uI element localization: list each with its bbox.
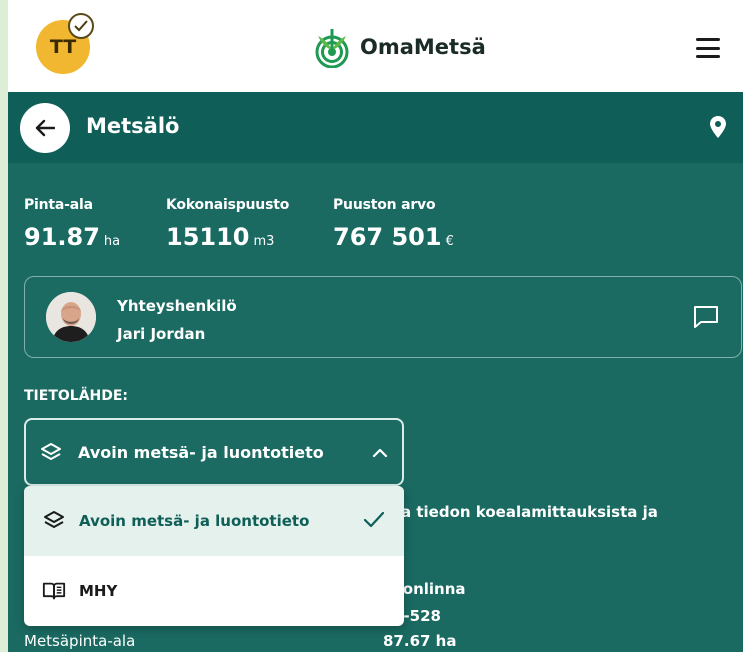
- layers-icon: [44, 511, 64, 528]
- chevron-up-icon: [372, 448, 388, 458]
- layers-icon: [41, 443, 61, 460]
- option-label: MHY: [79, 582, 118, 600]
- dropdown-option-open-data[interactable]: Avoin metsä- ja luontotieto: [24, 486, 404, 556]
- book-icon: [42, 582, 66, 600]
- app-frame: TT OmaMetsä Metsälö Pinta-ala 91.87 ha K…: [8, 0, 743, 652]
- page-title: Metsälö: [86, 114, 180, 138]
- forest-area-label: Metsäpinta-ala: [24, 632, 136, 650]
- verified-check-icon: [68, 13, 94, 39]
- info-text-fragment: a tiedon koealamittauksista ja: [401, 503, 658, 521]
- forest-area-value: 87.67 ha: [383, 632, 457, 650]
- app-logo[interactable]: OmaMetsä: [312, 26, 486, 68]
- stat-unit: €: [445, 234, 454, 249]
- option-label: Avoin metsä- ja luontotieto: [79, 512, 310, 530]
- user-initials: TT: [49, 36, 77, 58]
- hamburger-menu-icon[interactable]: [696, 38, 720, 58]
- contact-card[interactable]: Yhteyshenkilö Jari Jordan: [24, 276, 742, 358]
- stat-total-timber: Kokonaispuusto 15110 m3: [166, 197, 289, 251]
- app-name: OmaMetsä: [360, 35, 486, 59]
- source-label: TIETOLÄHDE:: [24, 388, 129, 404]
- stat-value: 15110: [166, 223, 250, 251]
- message-icon[interactable]: [693, 305, 719, 329]
- stat-label: Puuston arvo: [333, 197, 436, 213]
- logo-icon: [315, 29, 349, 68]
- top-header: TT OmaMetsä: [8, 0, 743, 92]
- stat-label: Pinta-ala: [24, 197, 93, 213]
- select-value: Avoin metsä- ja luontotieto: [78, 443, 324, 462]
- stat-label: Kokonaispuusto: [166, 197, 290, 213]
- source-dropdown: Avoin metsä- ja luontotieto MHY: [24, 486, 404, 626]
- stat-timber-value: Puuston arvo 767 501 €: [333, 197, 454, 251]
- back-button[interactable]: [20, 103, 70, 153]
- dropdown-option-mhy[interactable]: MHY: [24, 556, 404, 626]
- stat-area: Pinta-ala 91.87 ha: [24, 197, 120, 251]
- contact-label: Yhteyshenkilö: [117, 297, 237, 315]
- title-bar: Metsälö: [8, 92, 743, 163]
- checkmark-icon: [364, 512, 384, 528]
- contact-name: Jari Jordan: [117, 325, 206, 343]
- arrow-left-icon: [35, 119, 55, 137]
- contact-avatar: [46, 292, 96, 342]
- location-pin-icon[interactable]: [710, 116, 726, 138]
- stat-value: 91.87: [24, 223, 100, 251]
- source-select[interactable]: Avoin metsä- ja luontotieto: [24, 418, 404, 486]
- stat-value: 767 501: [333, 223, 442, 251]
- stat-unit: m3: [253, 234, 275, 249]
- stat-unit: ha: [103, 234, 121, 249]
